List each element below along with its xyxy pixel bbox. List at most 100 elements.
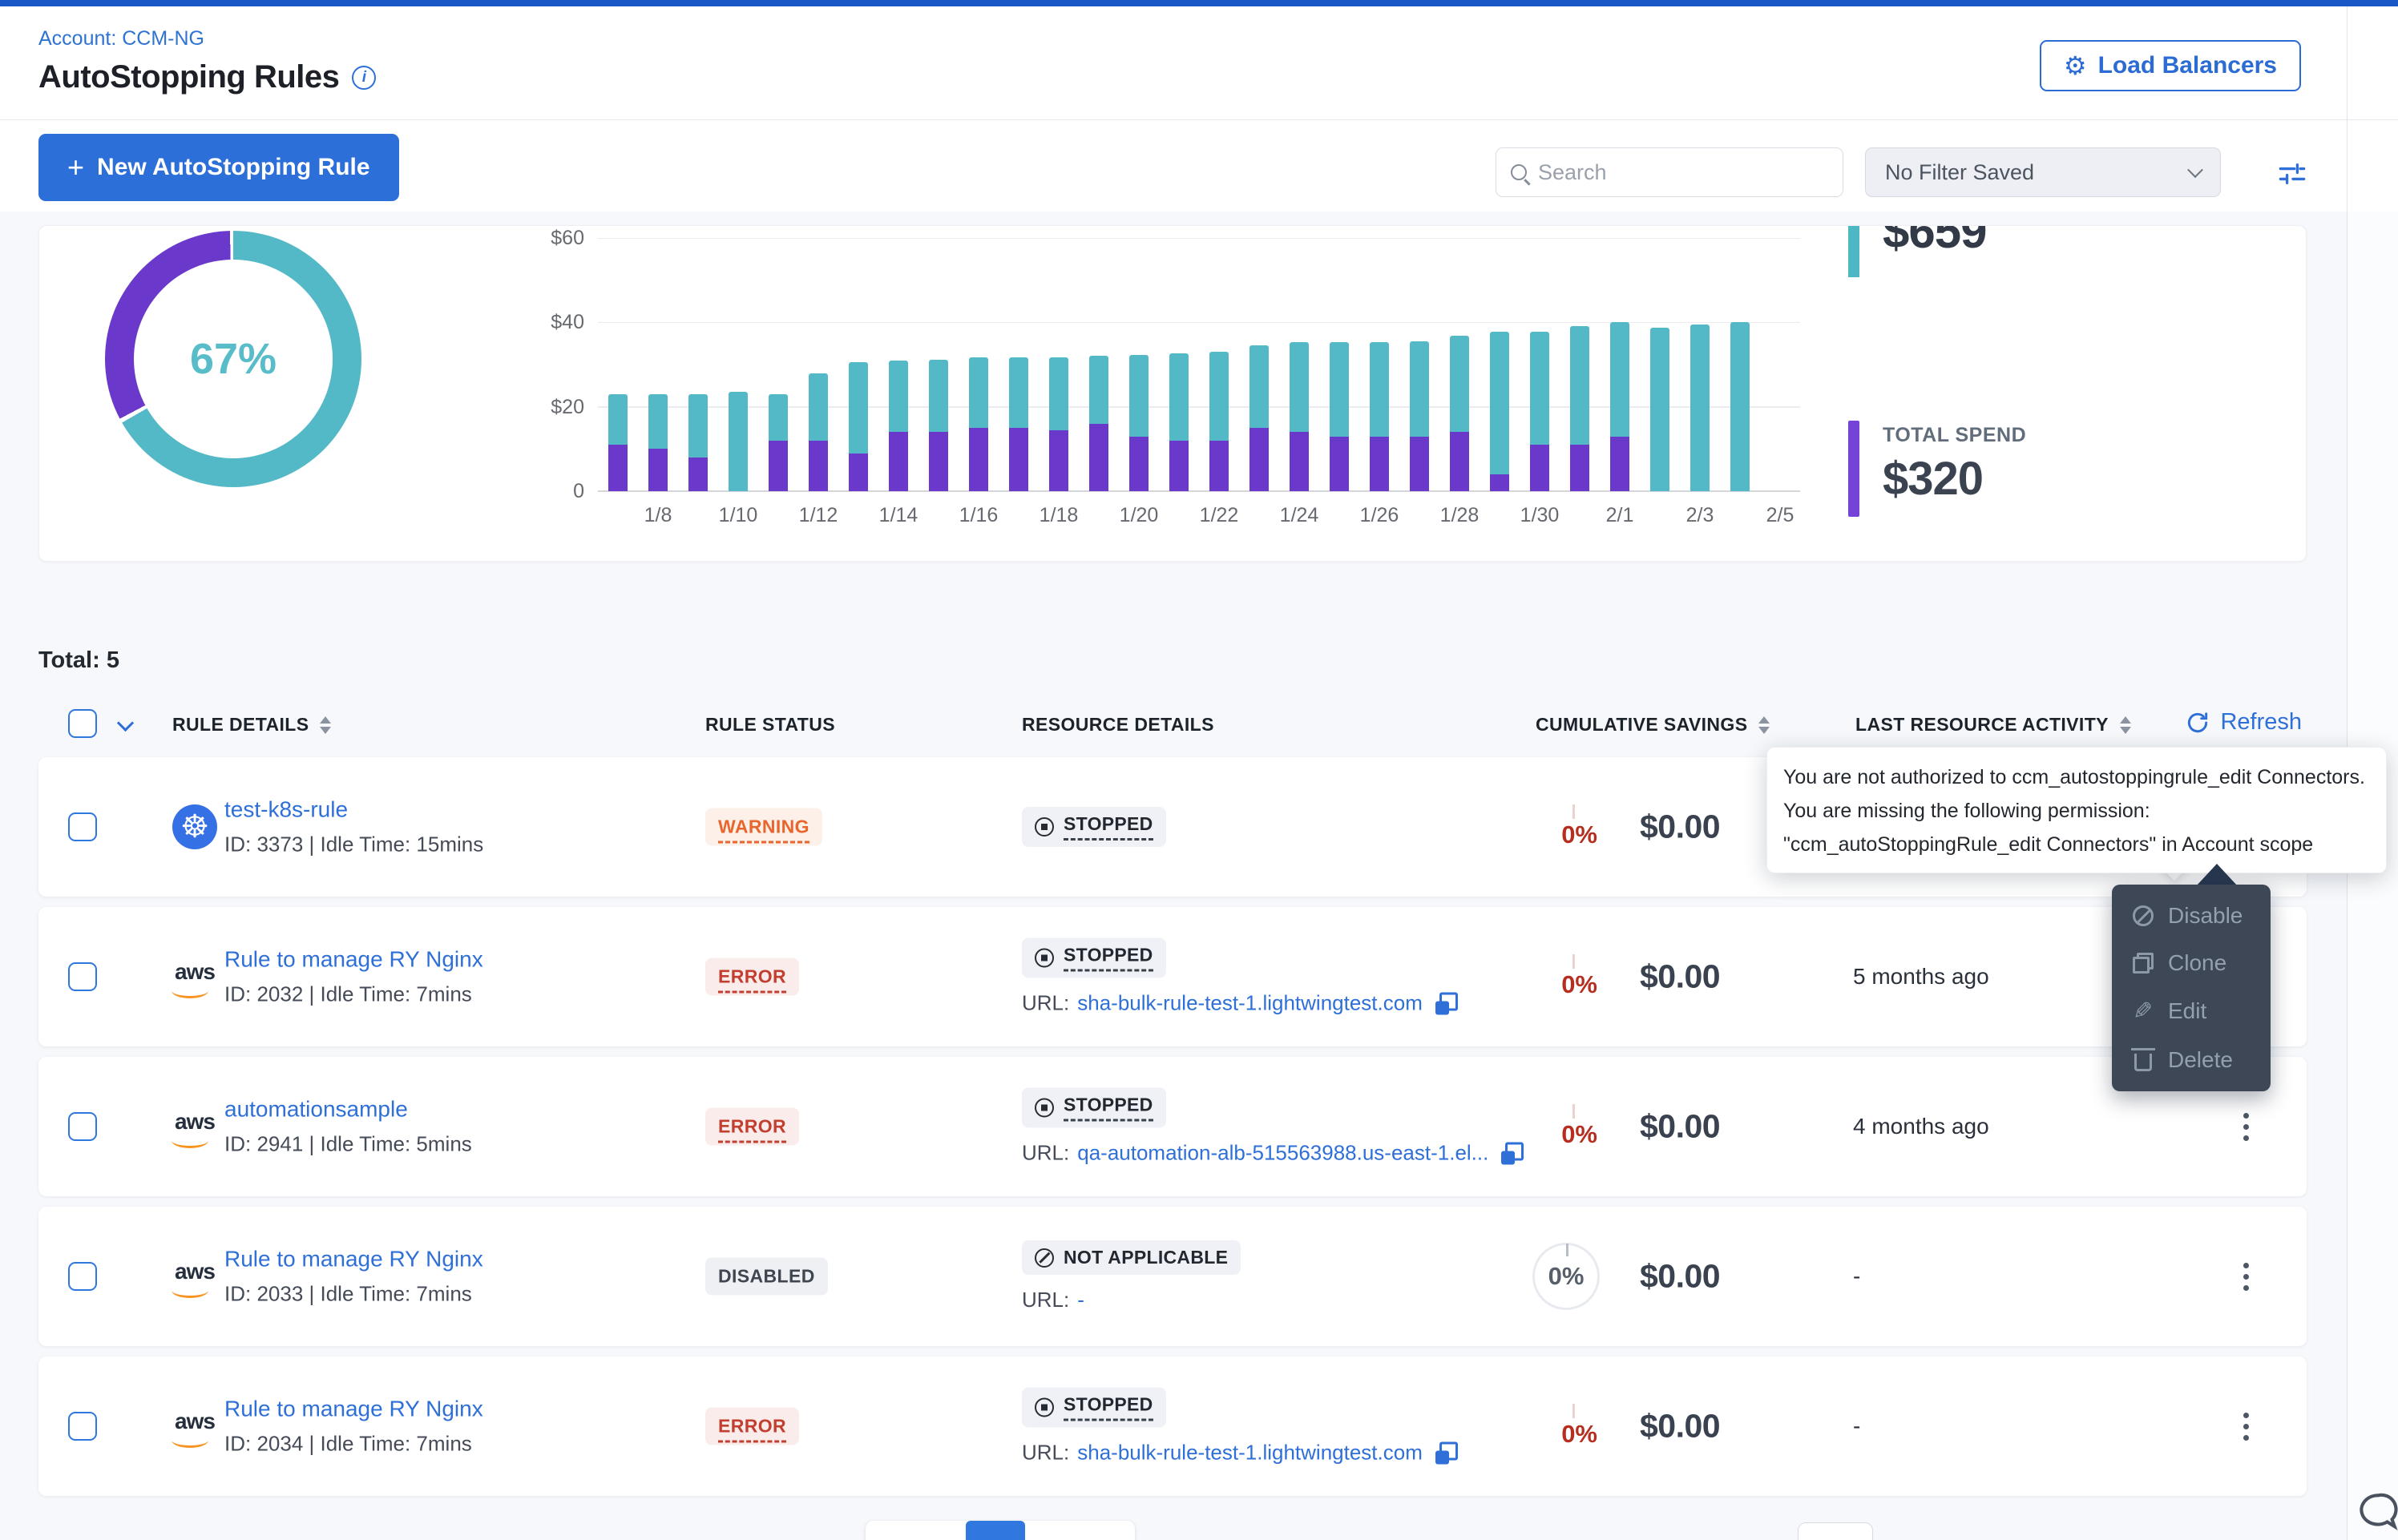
y-tick-label: 0 [480,480,584,503]
sort-icon[interactable] [1758,716,1770,734]
select-menu-chevron-icon[interactable] [117,715,134,732]
x-tick-label: 1/24 [1280,504,1319,527]
status-badge[interactable]: ERROR [705,1408,799,1445]
rule-id-line: ID: 2033 | Idle Time: 7mins [224,1282,483,1307]
rule-name-link[interactable]: test-k8s-rule [224,797,483,823]
refresh-button[interactable]: Refresh [2185,709,2302,736]
savings-percent: 0% [1525,1104,1597,1149]
search-icon [1511,164,1527,180]
y-tick-label: $20 [480,396,584,419]
copy-icon[interactable] [1501,1142,1524,1164]
account-breadcrumb[interactable]: Account: CCM-NG [38,27,204,50]
status-badge[interactable]: ERROR [705,1108,799,1146]
bar-spend [1490,474,1509,491]
resource-url-link[interactable]: sha-bulk-rule-test-1.lightwingtest.com [1077,1441,1423,1465]
bar-savings [1330,342,1349,436]
row-checkbox[interactable] [68,1412,97,1441]
bar-spend [1290,432,1309,491]
pagination-page-size-button[interactable] [1798,1522,1873,1540]
resource-url-link[interactable]: qa-automation-alb-515563988.us-east-1.el… [1077,1141,1488,1166]
bar-savings [769,394,788,441]
filter-panel-icon[interactable] [2275,156,2310,196]
saved-filter-dropdown[interactable]: No Filter Saved [1865,147,2221,197]
resource-url-link[interactable]: sha-bulk-rule-test-1.lightwingtest.com [1077,991,1423,1016]
menu-item-clone[interactable]: Clone [2112,950,2271,976]
row-actions-menu-button[interactable] [2239,1255,2254,1298]
bar-savings [688,394,708,458]
bar-spend [1089,424,1108,491]
search-input[interactable] [1538,160,1828,185]
table-header: RULE DETAILS RULE STATUS RESOURCE DETAIL… [38,708,2307,748]
spend-legend-bar [1848,421,1859,517]
resource-url-link[interactable]: - [1077,1288,1084,1312]
bar-savings [809,373,828,441]
stopped-icon [1035,949,1054,968]
aws-icon: aws [175,1259,215,1284]
menu-item-edit[interactable]: ✎ Edit [2112,998,2271,1026]
resource-state-badge[interactable]: STOPPED [1022,1388,1166,1428]
bar-savings [1730,322,1750,491]
load-balancers-button[interactable]: ⚙ Load Balancers [2040,40,2301,91]
select-all-checkbox[interactable] [68,709,97,738]
bar-savings [608,394,628,445]
kubernetes-icon: ☸ [172,804,217,849]
savings-amount: $0.00 [1640,1108,1720,1146]
savings-percent-ring: 0% [1532,1243,1600,1310]
menu-item-delete[interactable]: Delete [2112,1047,2271,1073]
last-activity: 4 months ago [1853,1114,1989,1139]
status-badge[interactable]: ERROR [705,958,799,996]
table-row: aws Rule to manage RY Nginx ID: 2032 | I… [38,907,2307,1046]
row-checkbox[interactable] [68,962,97,991]
resource-state-badge[interactable]: STOPPED [1022,938,1166,978]
sort-icon[interactable] [2120,716,2131,734]
bar-savings [1570,326,1589,445]
status-badge[interactable]: WARNING [705,808,822,846]
search-input-wrapper [1496,147,1843,197]
bar-savings [1009,357,1028,428]
column-resource-details: RESOURCE DETAILS [1022,714,1214,736]
bar-spend [849,454,868,491]
bar-spend [1530,445,1549,491]
bar-spend [1410,437,1429,491]
rule-name-link[interactable]: automationsample [224,1097,472,1123]
row-actions-menu-button[interactable] [2239,1105,2254,1148]
rule-name-link[interactable]: Rule to manage RY Nginx [224,947,483,973]
toolbar: + New AutoStopping Rule No Filter Saved [0,121,2398,212]
gridline [598,238,1800,240]
savings-amount: $0.00 [1640,808,1720,846]
x-tick-label: 1/18 [1040,504,1079,527]
copy-icon[interactable] [1435,1441,1458,1464]
table-row: aws automationsample ID: 2941 | Idle Tim… [38,1057,2307,1196]
menu-item-disable[interactable]: Disable [2112,903,2271,929]
rule-id-line: ID: 2941 | Idle Time: 5mins [224,1132,472,1157]
row-actions-menu-button[interactable] [2239,1405,2254,1448]
resource-state-badge[interactable]: STOPPED [1022,807,1166,847]
stopped-icon [1035,1398,1054,1417]
column-rule-details: RULE DETAILS [172,714,331,736]
table-row: aws Rule to manage RY Nginx ID: 2034 | I… [38,1357,2307,1496]
clone-icon [2133,953,2154,974]
rule-name-link[interactable]: Rule to manage RY Nginx [224,1247,483,1272]
info-icon[interactable]: i [352,66,376,90]
page-header: Account: CCM-NG AutoStopping Rules i ⚙ L… [0,6,2398,120]
savings-donut-chart: 67% [105,231,361,487]
aws-icon: aws [175,1109,215,1135]
pagination-active-page[interactable] [966,1521,1025,1540]
sort-icon[interactable] [320,716,331,734]
help-chat-button[interactable] [2353,1487,2398,1540]
bar-savings [1209,352,1229,441]
row-checkbox[interactable] [68,812,97,841]
last-activity: - [1853,1413,1860,1439]
right-gutter [2348,212,2398,1540]
bar-spend [1370,437,1389,491]
rule-name-link[interactable]: Rule to manage RY Nginx [224,1397,483,1422]
row-checkbox[interactable] [68,1112,97,1141]
new-autostopping-rule-button[interactable]: + New AutoStopping Rule [38,134,399,201]
row-checkbox[interactable] [68,1262,97,1291]
bar-plot: 1/81/101/121/141/161/181/201/221/241/261… [598,238,1800,491]
bar-savings [969,357,988,428]
copy-icon[interactable] [1435,992,1458,1014]
resource-state-badge[interactable]: STOPPED [1022,1088,1166,1128]
total-spend-value: $320 [1883,452,1983,506]
bar-spend [929,432,948,491]
